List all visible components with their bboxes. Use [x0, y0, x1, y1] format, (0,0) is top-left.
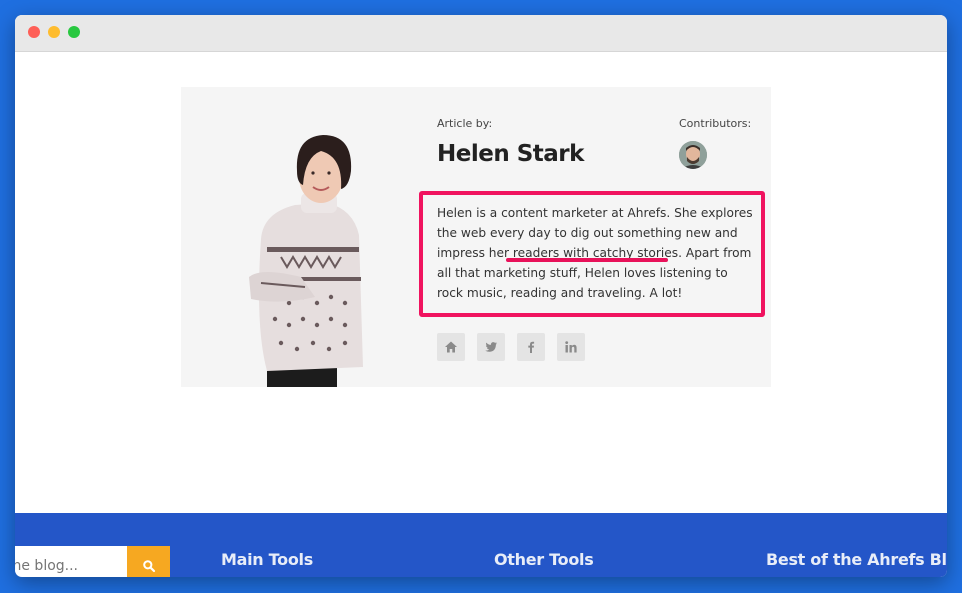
facebook-link[interactable]	[517, 333, 545, 361]
avatar-image	[679, 141, 707, 169]
close-window-button[interactable]	[28, 26, 40, 38]
bio-underline-annotation	[506, 258, 668, 262]
footer-heading-other-tools[interactable]: Other Tools	[494, 550, 594, 569]
site-footer: Main Tools Other Tools Best of the Ahref…	[15, 513, 947, 577]
author-name[interactable]: Helen Stark	[437, 141, 584, 167]
linkedin-icon	[565, 341, 577, 353]
search-button[interactable]	[127, 546, 170, 577]
footer-heading-best-of-blog[interactable]: Best of the Ahrefs Blog	[766, 550, 947, 569]
home-icon	[445, 341, 457, 353]
twitter-icon	[485, 342, 497, 352]
contributors-label: Contributors:	[679, 117, 752, 130]
author-photo	[249, 135, 363, 387]
blog-search-input[interactable]	[15, 546, 127, 577]
footer-heading-main-tools[interactable]: Main Tools	[221, 550, 313, 569]
search-icon	[142, 560, 155, 573]
twitter-link[interactable]	[477, 333, 505, 361]
contributor-avatar[interactable]	[679, 141, 707, 169]
author-bio: Helen is a content marketer at Ahrefs. S…	[437, 206, 753, 300]
minimize-window-button[interactable]	[48, 26, 60, 38]
author-card: Article by: Contributors: Helen Stark He…	[181, 87, 771, 387]
facebook-icon	[528, 341, 535, 353]
maximize-window-button[interactable]	[68, 26, 80, 38]
title-bar	[15, 15, 947, 52]
linkedin-link[interactable]	[557, 333, 585, 361]
browser-window: Article by: Contributors: Helen Stark He…	[15, 15, 947, 577]
home-link[interactable]	[437, 333, 465, 361]
article-by-label: Article by:	[437, 117, 493, 130]
